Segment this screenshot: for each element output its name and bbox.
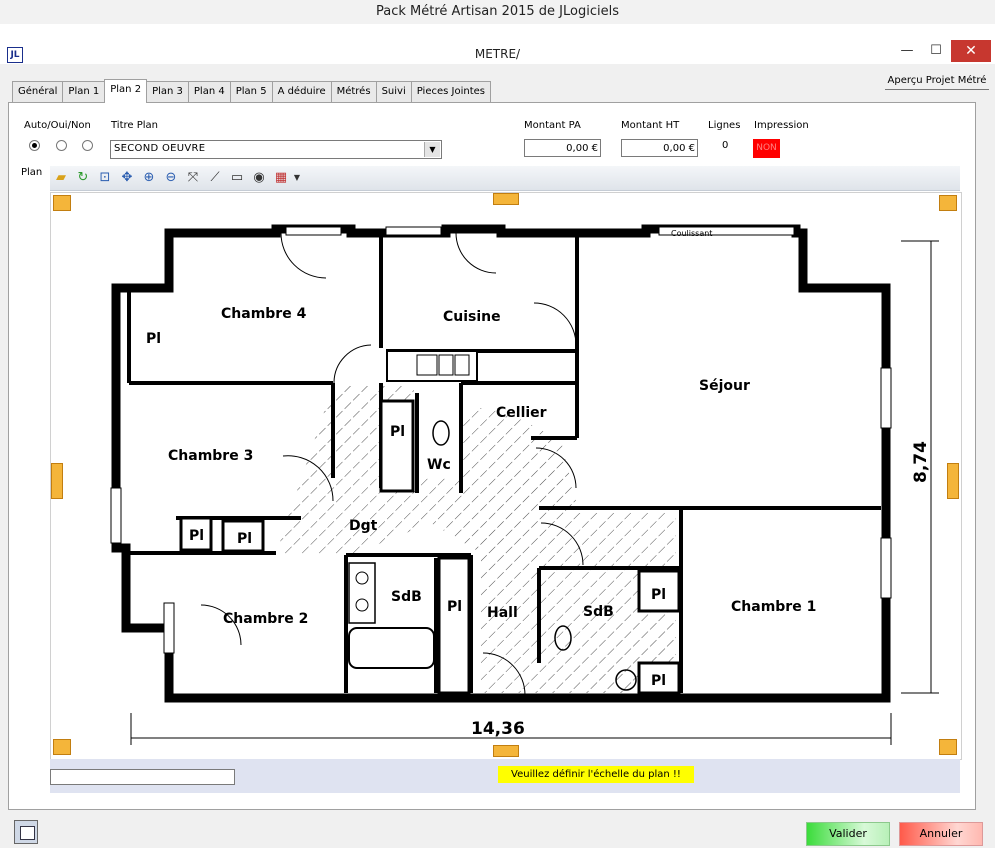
apercu-projet-button[interactable]: Aperçu Projet Métré: [885, 73, 989, 90]
radio-auto[interactable]: [29, 140, 40, 151]
color-grid-icon[interactable]: ▦: [270, 168, 292, 188]
tab-plan-1[interactable]: Plan 1: [62, 81, 106, 102]
status-field[interactable]: [50, 769, 235, 785]
montant-ht-field[interactable]: 0,00 €: [621, 139, 698, 157]
room-label: Pl: [651, 673, 666, 689]
room-label: Chambre 4: [221, 306, 307, 322]
lignes-label: Lignes: [708, 120, 741, 131]
lignes-value: 0: [722, 140, 729, 151]
window-icon[interactable]: [14, 820, 38, 844]
room-label: Pl: [651, 587, 666, 603]
coulissant-label: Coulissant: [671, 229, 712, 238]
zoom-in-icon[interactable]: ⊕: [138, 168, 160, 188]
room-label: Séjour: [699, 378, 750, 394]
floor-plan: Chambre 4 Cuisine Séjour Cellier Chambre…: [110, 224, 939, 745]
room-label: Cellier: [496, 405, 547, 421]
tab-a-deduire[interactable]: A déduire: [271, 81, 332, 102]
fit-page-icon[interactable]: ⊡: [94, 168, 116, 188]
room-label: SdB: [391, 589, 422, 605]
room-label: Hall: [487, 605, 518, 621]
room-label: Cuisine: [443, 309, 501, 325]
maximize-button[interactable]: ☐: [922, 40, 950, 62]
impression-toggle[interactable]: NON: [753, 139, 780, 158]
valider-button[interactable]: Valider: [806, 822, 890, 846]
montant-pa-label: Montant PA: [524, 120, 581, 131]
tab-suivi[interactable]: Suivi: [375, 81, 412, 102]
plan-canvas[interactable]: Chambre 4 Cuisine Séjour Cellier Chambre…: [50, 192, 962, 760]
move-icon[interactable]: ✥: [116, 168, 138, 188]
montant-pa-value: 0,00: [566, 143, 589, 154]
titre-plan-label: Titre Plan: [111, 120, 158, 131]
refresh-icon[interactable]: ↻: [72, 168, 94, 188]
tab-bar: Général Plan 1 Plan 2 Plan 3 Plan 4 Plan…: [12, 79, 491, 103]
tab-general[interactable]: Général: [12, 81, 64, 102]
tab-metres[interactable]: Métrés: [330, 81, 377, 102]
chevron-down-icon[interactable]: ▼: [424, 142, 440, 157]
tab-plan-3[interactable]: Plan 3: [146, 81, 189, 102]
select-area-icon[interactable]: ▭: [226, 168, 248, 188]
window-title: METRE/: [474, 47, 521, 61]
room-label: Chambre 3: [168, 448, 253, 464]
room-label: Chambre 2: [223, 611, 308, 627]
zoom-out-icon[interactable]: ⊖: [160, 168, 182, 188]
close-button[interactable]: ✕: [951, 40, 991, 62]
room-label: Pl: [146, 331, 161, 347]
resize-handle-top-left[interactable]: [53, 195, 71, 211]
open-folder-icon[interactable]: ▰: [50, 168, 72, 188]
resize-handle-top-right[interactable]: [939, 195, 957, 211]
height-dimension: 8,74: [911, 441, 931, 483]
montant-ht-value: 0,00: [663, 143, 686, 154]
resize-handle-bottom-left[interactable]: [53, 739, 71, 755]
resize-handle-right[interactable]: [947, 463, 959, 499]
room-label: Pl: [189, 528, 204, 544]
minimize-button[interactable]: —: [892, 40, 922, 62]
room-label: Pl: [237, 531, 252, 547]
radio-oui[interactable]: [56, 140, 67, 151]
currency-symbol: €: [688, 143, 695, 154]
app-title-bar: Pack Métré Artisan 2015 de JLogiciels: [0, 0, 995, 25]
full-extent-icon[interactable]: ⤧: [182, 168, 204, 188]
titre-plan-select[interactable]: SECOND OEUVRE ▼: [110, 140, 442, 159]
scale-warning: Veuillez définir l'échelle du plan !!: [498, 766, 694, 783]
plan-toolbar: ▰ ↻ ⊡ ✥ ⊕ ⊖ ⤧ ⟋ ▭ ◉ ▦ ▼: [50, 166, 960, 191]
resize-handle-left[interactable]: [51, 463, 63, 499]
auto-oui-non-label: Auto/Oui/Non: [24, 120, 91, 131]
montant-ht-label: Montant HT: [621, 120, 680, 131]
room-label: Chambre 1: [731, 599, 816, 615]
resize-handle-bottom-right[interactable]: [939, 739, 957, 755]
plan-label: Plan: [21, 167, 43, 178]
impression-label: Impression: [754, 120, 809, 131]
annuler-button[interactable]: Annuler: [899, 822, 983, 846]
ruler-icon[interactable]: ⟋: [204, 168, 226, 188]
radio-non[interactable]: [82, 140, 93, 151]
chevron-down-icon[interactable]: ▼: [292, 168, 302, 188]
tab-plan-2[interactable]: Plan 2: [104, 79, 148, 103]
tab-pieces-jointes[interactable]: Pieces Jointes: [410, 81, 491, 102]
resize-handle-top[interactable]: [493, 193, 519, 205]
room-label: Wc: [427, 457, 451, 473]
width-dimension: 14,36: [471, 719, 525, 739]
room-label: SdB: [583, 604, 614, 620]
room-label: Pl: [390, 424, 405, 440]
resize-handle-bottom[interactable]: [493, 745, 519, 757]
room-label: Pl: [447, 599, 462, 615]
eye-icon[interactable]: ◉: [248, 168, 270, 188]
currency-symbol: €: [591, 143, 598, 154]
titre-plan-value: SECOND OEUVRE: [114, 143, 206, 154]
tab-plan-5[interactable]: Plan 5: [229, 81, 273, 102]
montant-pa-field[interactable]: 0,00 €: [524, 139, 601, 157]
room-label: Dgt: [349, 518, 378, 534]
tab-plan-4[interactable]: Plan 4: [187, 81, 231, 102]
